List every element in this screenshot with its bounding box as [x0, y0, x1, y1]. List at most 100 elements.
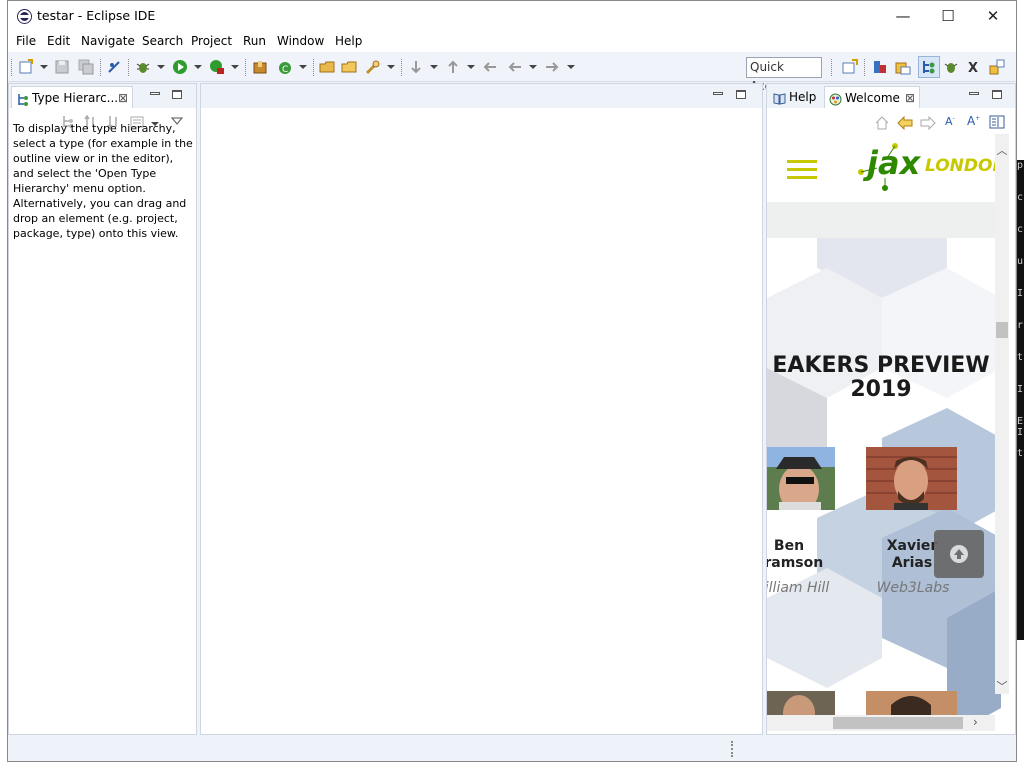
speaker-name-line2: oramson — [767, 555, 824, 571]
debug-icon[interactable] — [135, 59, 151, 75]
close-button[interactable]: ✕ — [970, 1, 1016, 31]
menu-search[interactable]: Search — [142, 34, 183, 48]
eclipse-window: testar - Eclipse IDE — ☐ ✕ File Edit Nav… — [7, 0, 1017, 762]
debug-perspective-icon[interactable] — [943, 59, 959, 75]
previous-annotation-dropdown-icon[interactable] — [467, 65, 475, 69]
back-dropdown-icon[interactable] — [529, 65, 537, 69]
tab-help[interactable]: Help — [769, 86, 821, 108]
tab-welcome-label: Welcome — [845, 91, 900, 105]
debug-dropdown-icon[interactable] — [157, 65, 165, 69]
window-title: testar - Eclipse IDE — [37, 8, 156, 23]
back-icon[interactable] — [507, 59, 523, 75]
minimize-view-icon[interactable] — [969, 92, 979, 95]
speakers-heading-line2: 2019 — [850, 377, 912, 402]
external-tools-dropdown-icon[interactable] — [231, 65, 239, 69]
type-hierarchy-icon — [16, 91, 29, 106]
scroll-up-arrow-icon[interactable]: ︿ — [995, 142, 1009, 157]
home-icon[interactable] — [875, 116, 889, 130]
jax-london-logo[interactable]: jax LONDON — [855, 142, 1001, 192]
editor-area — [200, 83, 763, 735]
open-type-icon[interactable] — [319, 59, 335, 75]
tab-type-hierarchy[interactable]: Type Hierarc... ⊠ — [11, 86, 133, 108]
tab-welcome[interactable]: Welcome ⊠ — [824, 86, 920, 108]
new-class-dropdown-icon[interactable] — [299, 65, 307, 69]
previous-annotation-icon[interactable] — [445, 59, 461, 75]
menu-window[interactable]: Window — [277, 34, 324, 48]
toolbar-separator — [831, 59, 832, 76]
next-annotation-icon[interactable] — [408, 59, 424, 75]
speaker-photo[interactable] — [767, 447, 835, 510]
close-tab-icon[interactable]: ⊠ — [118, 87, 128, 109]
title-bar[interactable]: testar - Eclipse IDE — ☐ ✕ — [8, 1, 1016, 31]
scrollbar-thumb[interactable] — [996, 322, 1008, 338]
search-dropdown-icon[interactable] — [387, 65, 395, 69]
menu-project[interactable]: Project — [191, 34, 232, 48]
quick-access-field[interactable]: Quick Access — [746, 57, 822, 93]
save-all-icon[interactable] — [78, 59, 94, 75]
forward-icon[interactable] — [544, 59, 560, 75]
new-icon[interactable] — [18, 59, 34, 75]
run-icon[interactable] — [172, 59, 188, 75]
minimize-editor-icon[interactable] — [713, 92, 723, 95]
menu-navigate[interactable]: Navigate — [81, 34, 135, 48]
hamburger-menu-icon[interactable] — [787, 160, 817, 179]
maximize-editor-icon[interactable] — [736, 90, 746, 99]
close-tab-icon[interactable]: ⊠ — [905, 87, 915, 109]
svg-text:C: C — [282, 65, 288, 75]
external-tools-icon[interactable] — [209, 59, 225, 75]
tab-type-hierarchy-label: Type Hierarc... — [32, 91, 119, 105]
menu-file[interactable]: File — [16, 34, 36, 48]
java-ee-perspective-icon[interactable] — [872, 59, 888, 75]
scroll-down-arrow-icon[interactable]: ﹀ — [995, 678, 1009, 693]
toolbar-separator — [864, 59, 865, 76]
maximize-view-icon[interactable] — [992, 90, 1002, 99]
vertical-scrollbar[interactable]: ︿ ﹀ — [995, 134, 1009, 694]
speaker-name: Ben oramson — [767, 538, 834, 572]
new-dropdown-icon[interactable] — [40, 65, 48, 69]
maximize-button[interactable]: ☐ — [925, 1, 971, 31]
save-icon[interactable] — [54, 59, 70, 75]
back-arrow-icon[interactable] — [897, 115, 913, 131]
toolbar-separator — [100, 59, 101, 76]
horizontal-scrollbar-thumb[interactable] — [833, 717, 963, 729]
run-dropdown-icon[interactable] — [194, 65, 202, 69]
scroll-to-top-button[interactable] — [934, 530, 984, 578]
main-toolbar: C Quick Access X — [8, 53, 1016, 93]
new-class-icon[interactable]: C — [277, 59, 293, 75]
last-edit-location-icon[interactable] — [482, 59, 498, 75]
maximize-view-icon[interactable] — [172, 90, 182, 99]
open-folder-icon[interactable] — [341, 59, 357, 75]
open-perspective-icon[interactable] — [842, 59, 858, 75]
type-hierarchy-perspective-icon[interactable] — [918, 56, 940, 78]
decrease-font-icon[interactable]: A- — [945, 115, 959, 129]
help-welcome-tab-bar: Help Welcome ⊠ — [767, 84, 1015, 108]
skip-breakpoints-icon[interactable] — [106, 59, 122, 75]
toolbar-separator — [128, 59, 129, 76]
java-perspective-icon[interactable] — [895, 59, 911, 75]
menu-help[interactable]: Help — [335, 34, 362, 48]
help-icon — [773, 90, 786, 105]
minimize-view-icon[interactable] — [150, 92, 160, 95]
menu-run[interactable]: Run — [243, 34, 266, 48]
increase-font-icon[interactable]: A+ — [967, 114, 981, 128]
eclipse-icon — [18, 10, 31, 23]
horizontal-scrollbar[interactable]: › — [767, 715, 995, 731]
minimize-button[interactable]: — — [880, 1, 926, 31]
welcome-web-content: jax LONDON EAKERS PREVIEW 2019 Ben ramso… — [767, 134, 1001, 720]
terminal-char: E I — [1017, 416, 1024, 438]
scroll-right-arrow-icon[interactable]: › — [973, 715, 987, 731]
show-in-contents-icon[interactable] — [989, 115, 1005, 129]
speaker-company: illiam Hill — [767, 580, 830, 596]
new-package-icon[interactable] — [252, 59, 268, 75]
logo-jax-text: jax — [867, 144, 921, 182]
search-icon[interactable] — [365, 59, 381, 75]
speaker-photo[interactable] — [866, 447, 957, 510]
next-annotation-dropdown-icon[interactable] — [430, 65, 438, 69]
git-perspective-icon[interactable] — [989, 59, 1005, 75]
menu-edit[interactable]: Edit — [47, 34, 70, 48]
svg-text:X: X — [968, 61, 978, 75]
forward-dropdown-icon[interactable] — [567, 65, 575, 69]
xml-perspective-icon[interactable]: X — [966, 59, 982, 75]
forward-arrow-icon[interactable] — [920, 115, 936, 131]
editor-tab-bar — [201, 84, 762, 108]
